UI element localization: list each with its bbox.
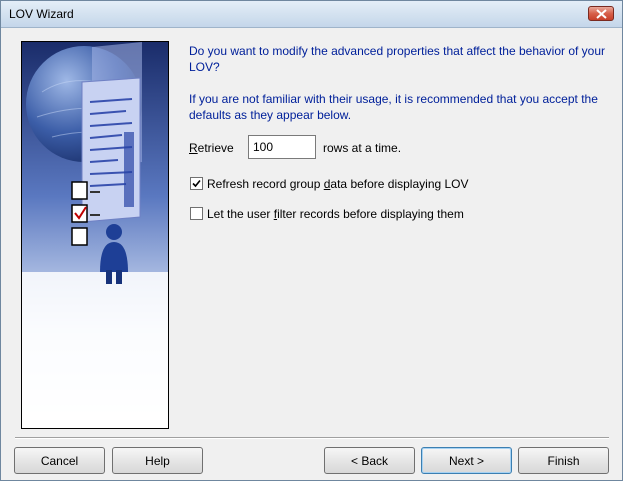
refresh-record-group-label[interactable]: Refresh record group data before display… [207,177,469,191]
cancel-button[interactable]: Cancel [14,447,105,474]
retrieve-label-rest: etrieve [197,141,234,155]
button-separator [15,437,609,439]
advice-text: If you are not familiar with their usage… [189,92,598,122]
close-button[interactable] [588,6,614,21]
retrieve-label: Retrieve [189,141,234,155]
next-button[interactable]: Next > [421,447,512,474]
question-text: Do you want to modify the advanced prope… [189,44,606,74]
finish-button[interactable]: Finish [518,447,609,474]
help-button[interactable]: Help [112,447,203,474]
wizard-illustration [21,41,169,429]
retrieve-mnemonic: R [189,141,198,155]
title-bar[interactable]: LOV Wizard [1,1,622,28]
retrieve-suffix: rows at a time. [323,141,402,155]
window-title: LOV Wizard [9,7,74,21]
checkmark-icon [192,179,201,188]
close-icon [596,9,607,19]
lov-wizard-dialog: LOV Wizard Do you want to modify the adv… [0,0,623,481]
user-filter-records-label[interactable]: Let the user filter records before displ… [207,207,464,221]
refresh-record-group-checkbox[interactable] [190,177,203,190]
back-button[interactable]: < Back [324,447,415,474]
user-filter-records-checkbox[interactable] [190,207,203,220]
retrieve-rows-input[interactable] [248,135,316,159]
